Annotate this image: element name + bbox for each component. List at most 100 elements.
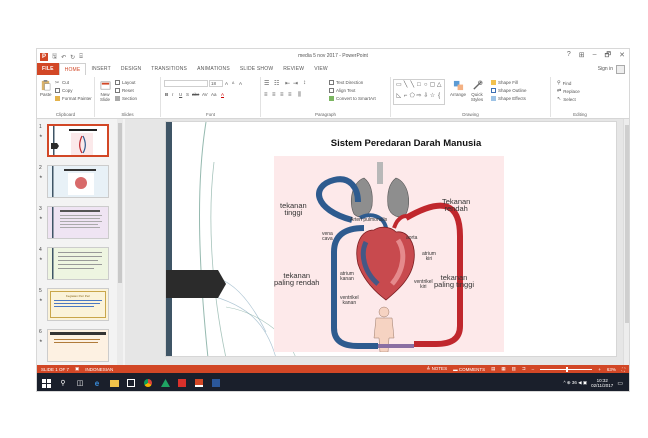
font-name-combo[interactable] xyxy=(164,80,208,87)
align-left-icon[interactable]: ≡ xyxy=(264,92,268,98)
editor-vertical-scrollbar[interactable] xyxy=(623,119,629,365)
reading-view-icon[interactable]: ▥ xyxy=(512,366,516,372)
font-size-combo[interactable]: 18 xyxy=(209,80,223,87)
slide-show-icon[interactable]: ⊐ xyxy=(522,366,526,372)
character-spacing-button[interactable]: AV xyxy=(202,92,208,97)
numbering-icon[interactable]: ☷ xyxy=(274,80,279,87)
shape-triangle-icon[interactable]: △ xyxy=(436,82,442,92)
slide-thumbnail-2[interactable]: 2 ★ xyxy=(39,165,119,199)
clock[interactable]: 10:32 02/11/2017 xyxy=(591,378,613,388)
tab-transitions[interactable]: TRANSITIONS xyxy=(146,63,192,75)
notes-button[interactable]: ≜ NOTES xyxy=(427,366,448,372)
slide-thumbnail-4[interactable]: 4 ★ xyxy=(39,247,119,281)
tab-animations[interactable]: ANIMATIONS xyxy=(192,63,235,75)
underline-button[interactable]: U xyxy=(179,92,182,97)
comments-button[interactable]: ▬ COMMENTS xyxy=(453,367,485,372)
shape-arrow-right-icon[interactable]: ⇨ xyxy=(416,93,422,103)
tab-slide-show[interactable]: SLIDE SHOW xyxy=(235,63,278,75)
task-view-icon[interactable]: ◫ xyxy=(75,378,85,388)
find-button[interactable]: ⚲ Find xyxy=(557,80,571,86)
help-icon[interactable]: ? xyxy=(567,51,571,62)
convert-to-smartart-button[interactable]: Convert to SmartArt xyxy=(329,96,376,101)
shape-textbox-icon[interactable]: ▭ xyxy=(396,82,402,92)
new-slide-button[interactable]: New Slide xyxy=(98,80,112,102)
slide-canvas[interactable]: Sistem Peredaran Darah Manusia tekanan t… xyxy=(165,121,617,357)
shape-lbracket-icon[interactable]: ⌐ xyxy=(403,93,409,103)
line-spacing-icon[interactable]: ↕ xyxy=(303,80,306,86)
justify-icon[interactable]: ≡ xyxy=(288,92,292,98)
tab-view[interactable]: VIEW xyxy=(309,63,333,75)
increase-indent-icon[interactable]: ⇥ xyxy=(293,80,298,87)
change-case-button[interactable]: Aa xyxy=(211,92,217,97)
format-painter-button[interactable]: Format Painter xyxy=(55,96,92,101)
tab-home[interactable]: HOME xyxy=(58,63,87,75)
tray-icons[interactable]: ^ ⊕ 36 ◀ ▣ xyxy=(564,380,588,386)
zoom-in-icon[interactable]: + xyxy=(598,367,601,372)
reset-button[interactable]: Reset xyxy=(115,88,134,93)
close-button[interactable]: ✕ xyxy=(619,51,625,62)
shape-ltriangle-icon[interactable]: ◺ xyxy=(396,93,402,103)
search-icon[interactable]: ⚲ xyxy=(58,378,68,388)
language-indicator[interactable]: INDONESIAN xyxy=(85,367,113,372)
windows-start-icon[interactable] xyxy=(41,378,51,388)
bullets-icon[interactable]: ☰ xyxy=(264,80,269,87)
slide-thumbnail-6[interactable]: 6 ★ xyxy=(39,329,119,363)
align-text-button[interactable]: Align Text xyxy=(329,88,355,93)
pdf-reader-icon[interactable] xyxy=(177,378,187,388)
shape-oval-icon[interactable]: ○ xyxy=(423,82,429,92)
word-taskbar-icon[interactable] xyxy=(211,378,221,388)
quick-styles-button[interactable]: Quick Styles xyxy=(469,80,485,102)
zoom-slider-thumb[interactable] xyxy=(566,366,569,372)
section-button[interactable]: Section xyxy=(115,96,137,101)
minimize-button[interactable]: – xyxy=(593,51,597,62)
zoom-level[interactable]: 63% xyxy=(607,367,616,372)
sign-in-area[interactable]: Sign in xyxy=(598,64,629,74)
align-center-icon[interactable]: ≡ xyxy=(272,92,276,98)
zoom-slider[interactable] xyxy=(540,366,593,372)
sign-in-link[interactable]: Sign in xyxy=(598,66,613,72)
paste-button[interactable]: Paste xyxy=(40,80,52,97)
edge-browser-icon[interactable]: e xyxy=(92,378,102,388)
shrink-font-button[interactable]: A xyxy=(232,81,234,85)
notification-icon[interactable]: ▭ xyxy=(617,380,623,387)
thumbnail-scroll-thumb[interactable] xyxy=(118,123,122,283)
shape-rounded-icon[interactable]: ▢ xyxy=(430,82,436,92)
editor-scroll-thumb[interactable] xyxy=(625,125,629,323)
shape-rect-icon[interactable]: □ xyxy=(416,82,422,92)
strikethrough-button[interactable]: abc xyxy=(192,92,199,97)
store-icon[interactable] xyxy=(126,378,136,388)
arrange-button[interactable]: Arrange xyxy=(450,80,466,97)
tab-design[interactable]: DESIGN xyxy=(116,63,146,75)
shape-brace-icon[interactable]: { xyxy=(436,93,442,103)
file-explorer-icon[interactable] xyxy=(109,378,119,388)
shape-line-icon[interactable]: ╲ xyxy=(403,82,409,92)
slide-thumbnail-1[interactable]: 1 ★ xyxy=(39,124,119,158)
shape-line2-icon[interactable]: ╲ xyxy=(409,82,415,92)
text-direction-button[interactable]: Text Direction xyxy=(329,80,363,85)
select-button[interactable]: ↖ Select xyxy=(557,96,576,102)
shape-arrow-down-icon[interactable]: ⇩ xyxy=(423,93,429,103)
tab-insert[interactable]: INSERT xyxy=(86,63,115,75)
shape-effects-button[interactable]: Shape Effects xyxy=(491,96,526,101)
shapes-gallery[interactable]: ▭ ╲ ╲ □ ○ ▢ △ ◺ ⌐ ⬠ ⇨ ⇩ ☆ { xyxy=(393,79,445,105)
columns-icon[interactable]: ⫼ xyxy=(298,92,301,99)
fit-slide-icon[interactable]: ⛶ xyxy=(622,367,625,372)
zoom-out-icon[interactable]: – xyxy=(532,367,535,372)
tab-file[interactable]: FILE xyxy=(37,63,59,75)
google-drive-icon[interactable] xyxy=(160,378,170,388)
avatar[interactable] xyxy=(616,64,625,74)
tab-review[interactable]: REVIEW xyxy=(278,63,309,75)
align-right-icon[interactable]: ≡ xyxy=(280,92,284,98)
font-color-button[interactable]: A xyxy=(221,92,224,97)
grow-font-button[interactable]: A xyxy=(225,81,228,86)
shape-outline-button[interactable]: Shape Outline xyxy=(491,88,527,93)
cut-button[interactable]: ✂ Cut xyxy=(55,80,69,86)
restore-button[interactable]: 🗗 xyxy=(605,51,612,62)
italic-button[interactable]: I xyxy=(172,92,173,97)
replace-button[interactable]: ⇄ Replace xyxy=(557,88,580,94)
bold-button[interactable]: B xyxy=(165,92,168,97)
clear-formatting-button[interactable]: A xyxy=(239,81,242,86)
text-shadow-button[interactable]: S xyxy=(186,92,189,97)
spell-check-icon[interactable]: ▣ xyxy=(75,366,79,372)
shape-pentagon-icon[interactable]: ⬠ xyxy=(409,93,415,103)
